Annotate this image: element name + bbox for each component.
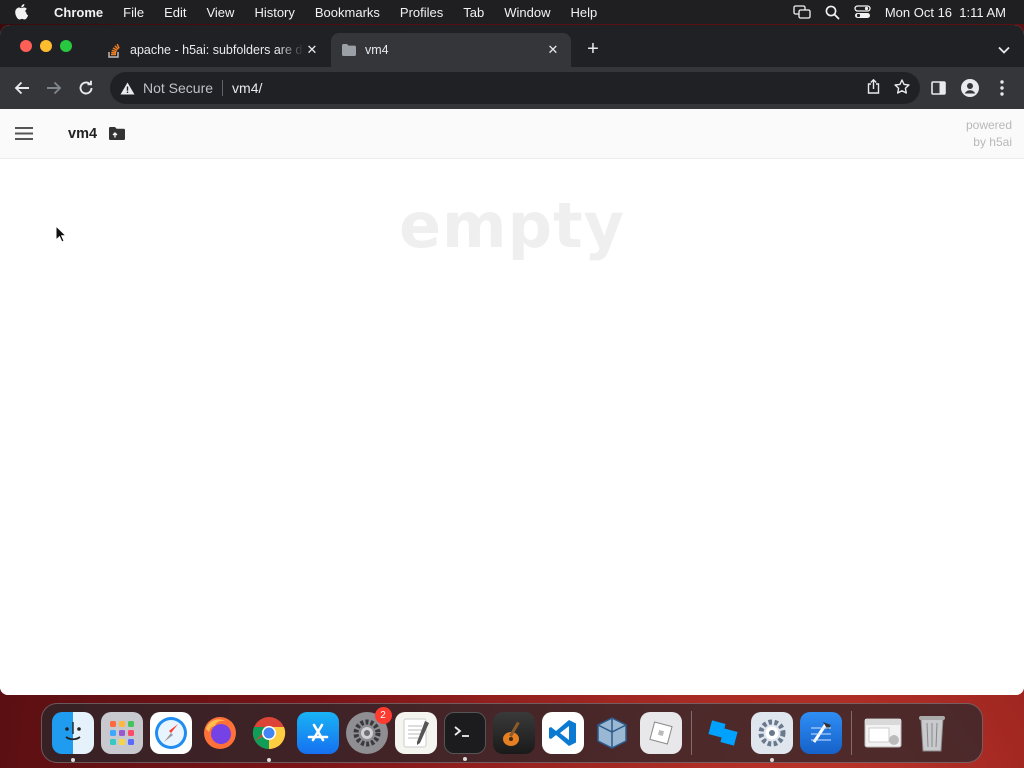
tab-title: apache - h5ai: subfolders are displayed: [130, 43, 304, 57]
tab-vm4[interactable]: vm4 ✕: [331, 33, 571, 67]
browser-window: apache - h5ai: subfolders are displayed …: [0, 25, 1024, 695]
powered-by-h5ai-link[interactable]: powered by h5ai: [966, 117, 1012, 151]
powered-line: powered: [965, 118, 1012, 132]
menu-bookmarks[interactable]: Bookmarks: [305, 5, 390, 20]
powered-line: by h5ai: [973, 135, 1012, 149]
close-window-button[interactable]: [20, 40, 32, 52]
menu-help[interactable]: Help: [561, 5, 608, 20]
menu-file[interactable]: File: [113, 5, 154, 20]
side-panel-icon[interactable]: [922, 72, 954, 104]
menu-profiles[interactable]: Profiles: [390, 5, 453, 20]
empty-folder-label: empty: [398, 189, 626, 262]
chrome-icon[interactable]: [248, 712, 290, 762]
dock-separator: [851, 711, 852, 755]
xcode-icon[interactable]: [799, 712, 842, 754]
menu-clock[interactable]: Mon Oct 16 1:11 AM: [885, 5, 1006, 20]
system-preferences-icon[interactable]: 2: [345, 707, 392, 754]
compressor-gear-icon[interactable]: [750, 712, 793, 762]
forward-button[interactable]: [38, 72, 70, 104]
bookmark-star-icon[interactable]: [894, 79, 910, 97]
downloads-folder-icon[interactable]: [862, 712, 904, 754]
garageband-icon[interactable]: [492, 712, 535, 754]
address-bar[interactable]: Not Secure vm4/: [110, 72, 920, 104]
launchpad-icon[interactable]: [100, 712, 143, 754]
spotlight-search-icon[interactable]: [825, 5, 840, 20]
url-text[interactable]: vm4/: [232, 80, 262, 96]
finder-icon[interactable]: [51, 712, 94, 762]
address-separator: [222, 80, 224, 96]
virtualbox-icon[interactable]: [591, 712, 633, 754]
profile-avatar-icon[interactable]: [954, 72, 986, 104]
hamburger-menu-icon[interactable]: [0, 109, 48, 159]
trash-icon[interactable]: [911, 712, 953, 754]
zoom-window-button[interactable]: [60, 40, 72, 52]
terminal-icon[interactable]: [443, 712, 486, 761]
new-tab-button[interactable]: +: [583, 39, 603, 59]
h5ai-topbar: vm4 powered by h5ai: [0, 109, 1024, 159]
warning-triangle-icon[interactable]: [120, 82, 135, 95]
vscode-icon[interactable]: [541, 712, 584, 754]
running-indicator: [769, 758, 774, 762]
macos-dock: 2: [41, 703, 983, 763]
running-indicator: [266, 758, 271, 762]
running-indicator: [462, 757, 467, 761]
firefox-icon[interactable]: [199, 712, 241, 754]
stackoverflow-icon: [106, 42, 122, 58]
menu-tab[interactable]: Tab: [453, 5, 494, 20]
menu-app-name[interactable]: Chrome: [44, 5, 113, 20]
textedit-icon[interactable]: [394, 712, 437, 754]
app-store-icon[interactable]: [296, 712, 339, 754]
menu-history[interactable]: History: [244, 5, 304, 20]
close-tab-icon[interactable]: ✕: [545, 42, 561, 58]
menu-bar: Chrome File Edit View History Bookmarks …: [0, 0, 1024, 24]
security-label[interactable]: Not Secure: [143, 80, 213, 96]
apple-menu-icon[interactable]: [0, 4, 44, 20]
folder-icon: [341, 42, 357, 58]
breadcrumb-vm4[interactable]: vm4: [68, 126, 97, 142]
notification-badge: 2: [374, 707, 392, 724]
mouse-pointer-icon: [55, 224, 68, 248]
minimize-window-button[interactable]: [40, 40, 52, 52]
window-controls: [20, 40, 72, 52]
tab-title: vm4: [365, 43, 389, 57]
dock-separator: [691, 711, 692, 755]
running-indicator: [70, 758, 75, 762]
control-center-icon[interactable]: [854, 5, 871, 19]
close-tab-icon[interactable]: ✕: [304, 42, 320, 58]
screen-mirroring-icon[interactable]: [793, 5, 811, 19]
menu-window[interactable]: Window: [494, 5, 560, 20]
back-button[interactable]: [6, 72, 38, 104]
menu-edit[interactable]: Edit: [154, 5, 196, 20]
roblox-icon[interactable]: [639, 712, 682, 754]
tab-stackoverflow[interactable]: apache - h5ai: subfolders are displayed …: [96, 33, 330, 67]
tab-strip: apache - h5ai: subfolders are displayed …: [0, 25, 1024, 67]
reload-button[interactable]: [70, 72, 102, 104]
page-content: vm4 powered by h5ai empty: [0, 109, 1024, 695]
share-icon[interactable]: [867, 78, 880, 97]
menu-view[interactable]: View: [196, 5, 244, 20]
tab-search-chevron-icon[interactable]: [998, 41, 1010, 59]
browser-toolbar: Not Secure vm4/: [0, 67, 1024, 109]
kebab-menu-icon[interactable]: [986, 72, 1018, 104]
roblox-studio-icon[interactable]: [702, 712, 744, 754]
folder-icon: [109, 127, 126, 140]
safari-icon[interactable]: [149, 712, 192, 754]
